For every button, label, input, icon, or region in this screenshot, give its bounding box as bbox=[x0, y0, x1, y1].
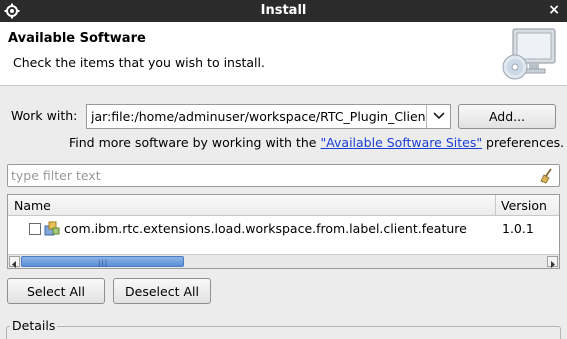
close-icon[interactable]: × bbox=[548, 2, 560, 18]
find-more-suffix: preferences. bbox=[482, 135, 565, 150]
software-table: Name Version com.ibm.rtc.extensions.load… bbox=[7, 194, 560, 269]
details-group bbox=[6, 326, 561, 339]
find-more-prefix: Find more software by working with the bbox=[69, 135, 321, 150]
page-title: Available Software bbox=[8, 31, 146, 46]
computer-monitor-icon bbox=[502, 28, 556, 80]
work-with-value[interactable]: jar:file:/home/adminuser/workspace/RTC_P… bbox=[91, 109, 427, 124]
filter-box[interactable] bbox=[7, 164, 560, 187]
header-banner: Available Software Check the items that … bbox=[0, 22, 567, 86]
window-title: Install bbox=[260, 3, 307, 18]
feature-name: com.ibm.rtc.extensions.load.workspace.fr… bbox=[64, 221, 467, 236]
table-row[interactable]: com.ibm.rtc.extensions.load.workspace.fr… bbox=[8, 217, 559, 239]
scroll-left-icon[interactable] bbox=[9, 256, 20, 268]
filter-input[interactable] bbox=[11, 167, 531, 184]
horizontal-scrollbar[interactable]: ||| bbox=[8, 254, 559, 268]
column-header-version[interactable]: Version bbox=[501, 198, 547, 213]
table-header: Name Version bbox=[8, 195, 559, 216]
clear-filter-broom-icon[interactable] bbox=[539, 168, 555, 184]
available-software-sites-link[interactable]: "Available Software Sites" bbox=[320, 135, 482, 150]
feature-plugin-icon bbox=[44, 221, 60, 236]
deselect-all-button[interactable]: Deselect All bbox=[113, 278, 211, 304]
chevron-down-icon[interactable] bbox=[426, 105, 450, 128]
column-header-name[interactable]: Name bbox=[14, 198, 51, 213]
find-more-text: Find more software by working with the "… bbox=[69, 135, 564, 150]
scroll-grip: ||| bbox=[98, 259, 109, 267]
work-with-label: Work with: bbox=[11, 108, 78, 123]
feature-version: 1.0.1 bbox=[502, 221, 534, 236]
title-bar: Install × bbox=[0, 0, 567, 22]
details-label: Details bbox=[10, 318, 58, 333]
page-description: Check the items that you wish to install… bbox=[13, 55, 265, 70]
scroll-thumb[interactable]: ||| bbox=[21, 256, 184, 267]
add-site-button[interactable]: Add... bbox=[458, 104, 556, 129]
work-with-combo[interactable]: jar:file:/home/adminuser/workspace/RTC_P… bbox=[86, 104, 451, 129]
column-divider[interactable] bbox=[495, 195, 496, 216]
scroll-right-icon[interactable] bbox=[547, 256, 558, 268]
feature-checkbox[interactable] bbox=[29, 223, 41, 235]
select-all-button[interactable]: Select All bbox=[7, 278, 105, 304]
